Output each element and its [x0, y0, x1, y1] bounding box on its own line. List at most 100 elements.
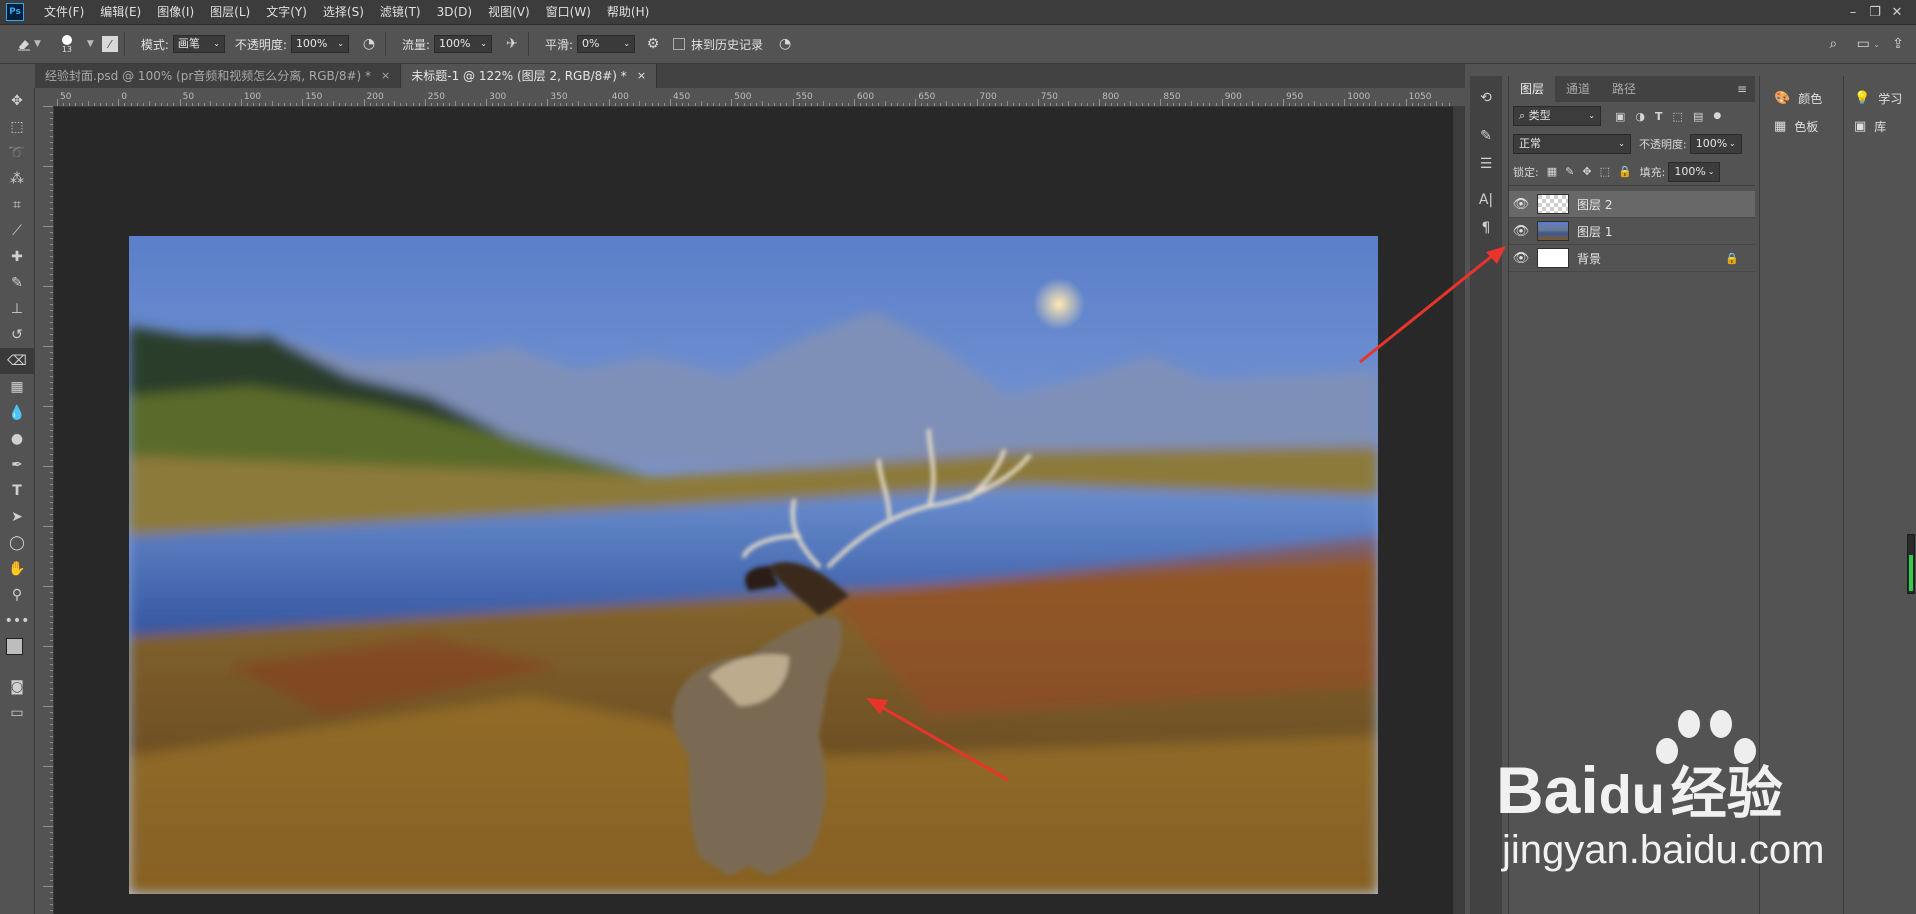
marquee-tool-icon[interactable]: ⬚	[0, 114, 34, 140]
eyedropper-tool-icon[interactable]: ⟋	[0, 218, 34, 244]
visibility-eye-icon[interactable]: 👁	[1509, 197, 1533, 212]
filter-smart-object-icon[interactable]: ▤	[1693, 110, 1703, 123]
layer-row-layer2[interactable]: 👁 图层 2	[1509, 191, 1755, 218]
chevron-down-icon[interactable]: ▼	[87, 39, 94, 49]
erase-to-history-checkbox[interactable]	[673, 38, 686, 50]
magic-wand-tool-icon[interactable]: ⁂	[0, 166, 34, 192]
stamp-tool-icon[interactable]: ⊥	[0, 296, 34, 322]
brushes-panel-icon[interactable]: ✎	[1470, 122, 1502, 150]
pressure-opacity-icon[interactable]: ◔	[359, 34, 379, 54]
pen-tool-icon[interactable]: ✒	[0, 452, 34, 478]
smoothing-field[interactable]: 0% ⌄	[577, 35, 636, 53]
color-panel-button[interactable]: 🎨 颜色	[1760, 84, 1842, 112]
blur-tool-icon[interactable]: 💧	[0, 400, 34, 426]
lock-artboard-icon[interactable]: ⬚	[1600, 165, 1610, 178]
filter-toggle-icon[interactable]: ●	[1713, 111, 1721, 121]
blend-mode-select[interactable]: 正常 ⌄	[1513, 134, 1631, 154]
mode-select[interactable]: 画笔 ⌄	[172, 35, 225, 53]
pressure-size-icon[interactable]: ◔	[775, 34, 795, 54]
ruler-minor-tick	[50, 496, 53, 497]
menu-select[interactable]: 选择(S)	[315, 0, 372, 24]
menu-layer[interactable]: 图层(L)	[202, 0, 258, 24]
path-selection-tool-icon[interactable]: ➤	[0, 504, 34, 530]
library-panel-button[interactable]: ▣ 库	[1844, 112, 1916, 140]
eraser-tool-icon[interactable]: ⌫	[0, 348, 34, 374]
lasso-tool-icon[interactable]: ➰	[0, 140, 34, 166]
filter-adjustment-icon[interactable]: ◑	[1635, 110, 1645, 123]
vertical-scrollbar[interactable]	[1453, 106, 1465, 914]
brush-tool-icon[interactable]: ✎	[0, 270, 34, 296]
layer-opacity-field[interactable]: 100% ⌄	[1689, 134, 1742, 154]
close-icon[interactable]: ×	[637, 64, 646, 88]
move-tool-icon[interactable]: ✥	[0, 88, 34, 114]
dodge-tool-icon[interactable]: ●	[0, 426, 34, 452]
document-canvas-image[interactable]	[129, 236, 1378, 894]
opacity-field[interactable]: 100% ⌄	[290, 35, 349, 53]
zoom-tool-icon[interactable]: ⚲	[0, 582, 34, 608]
visibility-eye-icon[interactable]: 👁	[1509, 251, 1533, 266]
menu-image[interactable]: 图像(I)	[149, 0, 202, 24]
tab-layers[interactable]: 图层	[1509, 76, 1556, 102]
lock-pixels-icon[interactable]: ✎	[1565, 165, 1574, 178]
workspace-icon[interactable]: ▭	[1853, 34, 1873, 54]
menu-type[interactable]: 文字(Y)	[258, 0, 315, 24]
crop-tool-icon[interactable]: ⌗	[0, 192, 34, 218]
lock-all-icon[interactable]: 🔒	[1618, 165, 1632, 178]
lock-position-icon[interactable]: ✥	[1582, 165, 1591, 178]
filter-type-icon[interactable]: T	[1655, 110, 1663, 123]
swatches-panel-button[interactable]: ▦ 色板	[1760, 112, 1842, 140]
flow-field[interactable]: 100% ⌄	[433, 35, 492, 53]
tab-channels[interactable]: 通道	[1555, 76, 1601, 102]
learn-panel-button[interactable]: 💡 学习	[1844, 84, 1916, 112]
panel-menu-icon[interactable]: ≡	[1737, 82, 1747, 96]
chevron-down-icon[interactable]: ⌄	[1873, 40, 1880, 49]
ruler-minor-tick	[43, 706, 53, 707]
brush-panel-icon[interactable]: ⁄	[101, 36, 118, 52]
airbrush-icon[interactable]: ✈	[502, 34, 522, 54]
color-swatches[interactable]	[0, 634, 34, 674]
share-icon[interactable]: ⇪	[1888, 34, 1908, 54]
panel-collapse-handle[interactable]	[1907, 534, 1915, 594]
type-tool-icon[interactable]: T	[0, 478, 34, 504]
quick-mask-icon[interactable]: ◙	[0, 674, 34, 700]
paragraph-panel-icon[interactable]: ¶	[1470, 214, 1502, 242]
fill-field[interactable]: 100% ⌄	[1668, 161, 1721, 182]
hand-tool-icon[interactable]: ✋	[0, 556, 34, 582]
visibility-eye-icon[interactable]: 👁	[1509, 224, 1533, 239]
search-icon[interactable]: ⌕	[1823, 34, 1843, 54]
history-panel-icon[interactable]: ⟲	[1470, 84, 1502, 112]
brush-preset-picker[interactable]: 13	[55, 34, 79, 54]
menu-window[interactable]: 窗口(W)	[538, 0, 599, 24]
layer-row-layer1[interactable]: 👁 图层 1	[1509, 218, 1755, 245]
gradient-tool-icon[interactable]: ▦	[0, 374, 34, 400]
layer-row-background[interactable]: 👁 背景 🔒	[1509, 245, 1755, 272]
tab-paths[interactable]: 路径	[1601, 76, 1647, 102]
menu-view[interactable]: 视图(V)	[480, 0, 538, 24]
menu-help[interactable]: 帮助(H)	[599, 0, 657, 24]
restore-icon[interactable]: ❐	[1864, 0, 1886, 24]
layer-filter-select[interactable]: ⌕ 类型 ⌄	[1513, 106, 1601, 126]
menu-edit[interactable]: 编辑(E)	[92, 0, 149, 24]
chevron-down-icon[interactable]: ▼	[34, 39, 41, 49]
more-tools-icon[interactable]: •••	[0, 608, 34, 634]
menu-3d[interactable]: 3D(D)	[429, 0, 480, 24]
menu-file[interactable]: 文件(F)	[36, 0, 92, 24]
adjustments-panel-icon[interactable]: ☰	[1470, 150, 1502, 178]
gear-icon[interactable]: ⚙	[643, 34, 663, 54]
minimize-icon[interactable]: –	[1842, 0, 1864, 24]
healing-brush-tool-icon[interactable]: ✚	[0, 244, 34, 270]
close-icon[interactable]: ×	[381, 64, 390, 88]
eraser-tool-icon[interactable]	[14, 34, 34, 54]
foreground-color-icon[interactable]	[6, 638, 23, 655]
character-panel-icon[interactable]: A|	[1470, 186, 1502, 214]
filter-pixel-icon[interactable]: ▣	[1615, 110, 1625, 123]
history-brush-tool-icon[interactable]: ↺	[0, 322, 34, 348]
ellipse-tool-icon[interactable]: ◯	[0, 530, 34, 556]
close-icon[interactable]: ✕	[1886, 0, 1908, 24]
lock-transparent-icon[interactable]: ▦	[1547, 165, 1557, 178]
menu-filter[interactable]: 滤镜(T)	[372, 0, 429, 24]
screen-mode-icon[interactable]: ▭	[0, 700, 34, 726]
tab-document-1[interactable]: 经验封面.psd @ 100% (pr音频和视频怎么分离, RGB/8#) * …	[35, 64, 402, 88]
tab-document-2[interactable]: 未标题-1 @ 122% (图层 2, RGB/8#) * ×	[401, 64, 658, 88]
filter-shape-icon[interactable]: ⬚	[1673, 110, 1683, 123]
